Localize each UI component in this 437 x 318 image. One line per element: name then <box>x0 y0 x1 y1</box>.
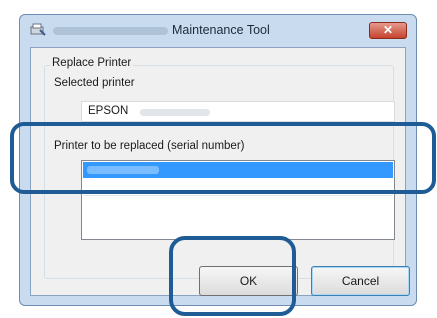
selected-printer-label: Selected printer <box>54 77 135 89</box>
selected-printer-field: EPSON <box>81 101 395 122</box>
title-bar[interactable]: Maintenance Tool ✕ <box>20 15 416 47</box>
list-item-selected[interactable] <box>83 162 393 178</box>
list-divider <box>83 195 393 196</box>
replace-printer-label: Printer to be replaced (serial number) <box>54 140 245 152</box>
close-icon: ✕ <box>382 23 394 37</box>
serial-number-list[interactable] <box>81 160 395 240</box>
group-legend: Replace Printer <box>50 57 134 69</box>
close-button[interactable]: ✕ <box>369 22 407 39</box>
selected-printer-value: EPSON <box>88 105 129 117</box>
maintenance-tool-dialog: Maintenance Tool ✕ Replace Printer Selec… <box>19 14 417 306</box>
cancel-button[interactable]: Cancel <box>311 266 410 296</box>
selected-printer-model-redacted <box>140 109 210 116</box>
serial-number-redacted <box>87 166 159 174</box>
ok-button[interactable]: OK <box>199 266 298 296</box>
window-title: Maintenance Tool <box>172 23 270 37</box>
title-redacted-text <box>53 27 168 35</box>
app-icon <box>30 23 46 37</box>
screenshot-canvas: Maintenance Tool ✕ Replace Printer Selec… <box>0 0 437 318</box>
dialog-client-area: Replace Printer Selected printer EPSON P… <box>30 47 410 296</box>
